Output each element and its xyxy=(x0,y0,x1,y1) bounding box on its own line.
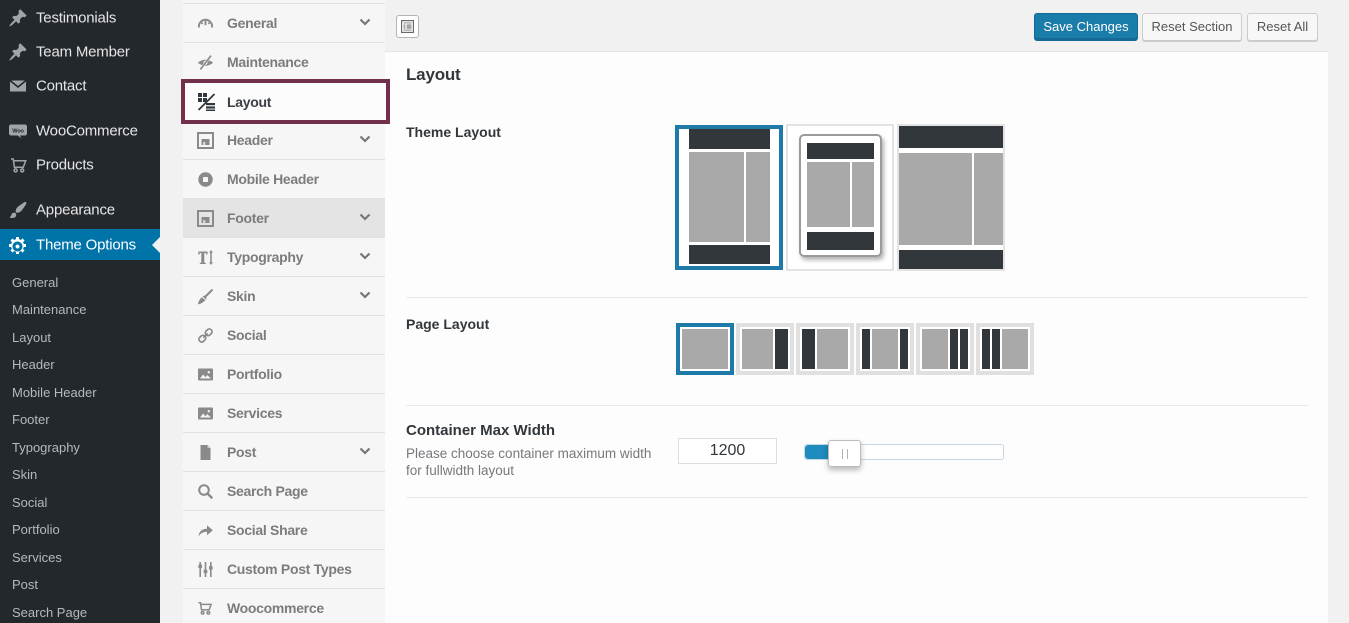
svg-text:Woo: Woo xyxy=(12,129,24,135)
